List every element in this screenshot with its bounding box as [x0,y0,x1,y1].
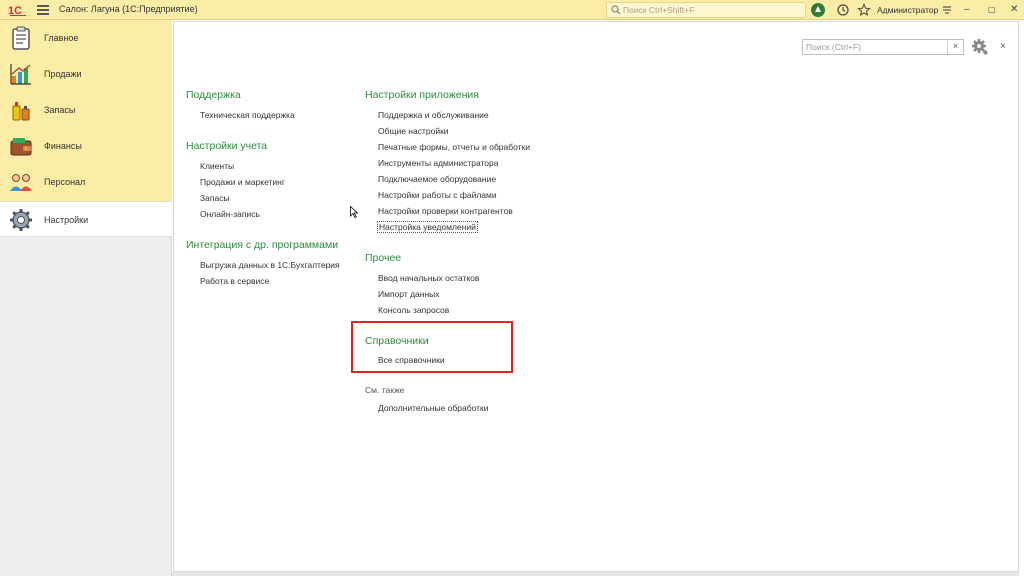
notifications-icon[interactable] [811,3,825,17]
highlight-box [351,321,513,373]
sidebar-item-staff[interactable]: Персонал [0,164,172,200]
sidebar-item-label: Главное [44,33,79,43]
user-name[interactable]: Администратор [877,5,938,15]
sidebar-item-label: Запасы [44,105,76,115]
title-bar: 1C Салон: Лагуна (1С:Предприятие) Поиск … [0,0,1024,20]
link-support-maintenance[interactable]: Поддержка и обслуживание [378,110,489,120]
products-icon [12,102,30,121]
link-sales-marketing[interactable]: Продажи и маркетинг [200,177,285,187]
link-additional-processing[interactable]: Дополнительные обработки [378,403,488,413]
menu-icon[interactable] [37,5,49,15]
section-title-accounting: Настройки учета [186,140,268,152]
search-icon [611,5,621,15]
section-title-integration: Интеграция с др. программами [186,239,339,251]
section-title-directories: Справочники [365,335,429,347]
link-data-import[interactable]: Импорт данных [378,289,440,299]
favorites-star-icon[interactable] [857,3,871,17]
app-title: Салон: Лагуна (1С:Предприятие) [59,4,198,14]
sidebar-item-sales[interactable]: Продажи [0,56,172,92]
link-service-work[interactable]: Работа в сервисе [200,276,269,286]
wallet-icon [10,138,32,156]
link-tech-support[interactable]: Техническая поддержка [200,110,295,120]
clear-search-button[interactable]: × [947,40,963,54]
link-counterparty-check[interactable]: Настройки проверки контрагентов [378,206,513,216]
link-admin-tools[interactable]: Инструменты администратора [378,158,498,168]
sidebar-item-label: Настройки [44,215,89,225]
window-close-icon[interactable]: ✕ [1010,4,1018,16]
mouse-cursor-icon [350,206,358,218]
bottom-scroll-area [172,572,1019,576]
gear-icon [10,209,32,231]
link-query-console[interactable]: Консоль запросов [378,305,449,315]
link-stock[interactable]: Запасы [200,193,230,203]
global-search-input[interactable]: Поиск Ctrl+Shift+F [606,2,806,18]
form-settings-gear-icon[interactable] [971,38,989,56]
global-search-placeholder: Поиск Ctrl+Shift+F [623,5,695,15]
link-notifications[interactable]: Настройка уведомлений [377,221,478,233]
section-title-other: Прочее [365,252,402,264]
link-all-directories[interactable]: Все справочники [378,355,445,365]
form-search-input[interactable]: Поиск (Ctrl+F) × [802,39,964,55]
history-icon[interactable] [836,3,850,17]
settings-menu-icon[interactable] [940,3,954,17]
link-export-accounting[interactable]: Выгрузка данных в 1С:Бухгалтерия [200,260,340,270]
settings-panel: Поиск (Ctrl+F) × × [173,21,1019,572]
sidebar-item-label: Персонал [44,177,86,187]
section-title-support: Поддержка [186,89,241,101]
link-clients[interactable]: Клиенты [200,161,234,171]
link-online-booking[interactable]: Онлайн-запись [200,209,260,219]
link-opening-balances[interactable]: Ввод начальных остатков [378,273,479,283]
maximize-icon[interactable]: ▢ [988,4,996,16]
1c-logo-icon: 1C [8,5,26,17]
clipboard-icon [12,26,30,50]
minimize-icon[interactable]: – [964,4,970,16]
sidebar-item-finance[interactable]: Финансы [0,128,172,164]
sidebar-item-stock[interactable]: Запасы [0,92,172,128]
link-file-settings[interactable]: Настройки работы с файлами [378,190,497,200]
form-close-button[interactable]: × [1000,41,1006,52]
people-icon [10,174,32,191]
sidebar: Главное Продажи Запасы Финансы Персонал … [0,20,172,576]
section-title-app-settings: Настройки приложения [365,89,479,101]
link-print-forms[interactable]: Печатные формы, отчеты и обработки [378,142,530,152]
sidebar-item-label: Продажи [44,69,82,79]
sidebar-item-main[interactable]: Главное [0,20,172,56]
chart-icon [10,64,31,85]
form-search-placeholder: Поиск (Ctrl+F) [806,42,861,52]
section-title-see-also: См. также [365,385,405,395]
sidebar-item-settings[interactable]: Настройки [0,201,172,237]
link-equipment[interactable]: Подключаемое оборудование [378,174,496,184]
sidebar-item-label: Финансы [44,141,82,151]
link-general-settings[interactable]: Общие настройки [378,126,449,136]
